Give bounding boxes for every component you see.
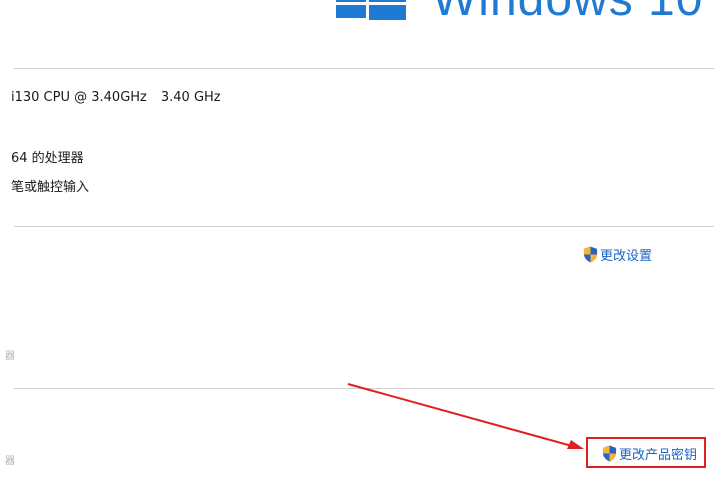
change-settings-link[interactable]: 更改设置 (583, 245, 652, 264)
section-divider (14, 68, 714, 69)
windows-brand-text: Windows 10 (432, 0, 703, 27)
change-product-key-link[interactable]: 更改产品密钥 (602, 444, 697, 463)
processor-info: i130 CPU @ 3.40GHz 3.40 GHz (11, 90, 221, 105)
faint-label: 器 (5, 456, 15, 467)
system-type: 64 的处理器 (11, 151, 84, 166)
shield-icon (583, 246, 598, 263)
section-divider (14, 388, 714, 389)
faint-label: 器 (5, 351, 15, 362)
cpu-speed: 3.40 GHz (160, 90, 221, 105)
pen-touch-info: 笔或触控输入 (11, 180, 90, 195)
change-product-key-label: 更改产品密钥 (619, 448, 698, 463)
change-settings-label: 更改设置 (600, 249, 653, 264)
section-divider (14, 226, 714, 227)
cpu-name: i130 CPU @ 3.40GHz (11, 90, 147, 105)
shield-icon (602, 445, 617, 462)
windows-logo-icon (336, 0, 406, 20)
